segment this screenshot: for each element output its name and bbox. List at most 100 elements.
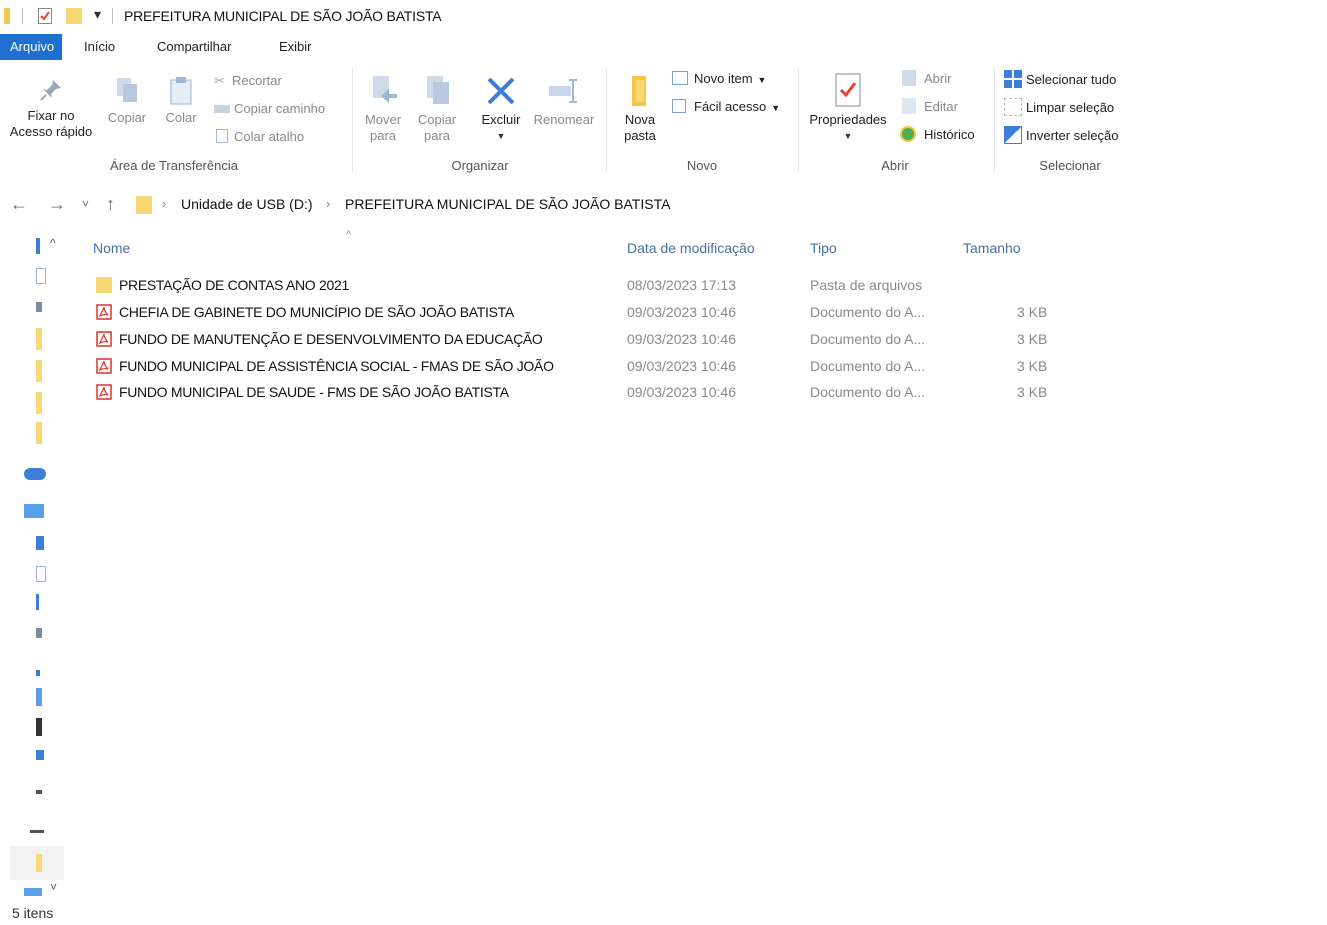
- network-icon[interactable]: [24, 888, 42, 896]
- breadcrumb-current-folder[interactable]: PREFEITURA MUNICIPAL DE SÃO JOÃO BATISTA: [345, 196, 670, 212]
- move-to-icon: [373, 76, 397, 103]
- file-size: 3 KB: [1017, 384, 1048, 400]
- music-icon[interactable]: [36, 670, 40, 676]
- scissors-icon: ✂: [214, 73, 225, 88]
- folder-icon[interactable]: [36, 422, 42, 444]
- clear-selection-label: Limpar seleção: [1026, 100, 1115, 115]
- paste-shortcut-button[interactable]: Colar atalho: [214, 128, 304, 146]
- new-folder-button[interactable]: Nova pasta: [614, 74, 666, 144]
- clear-selection-button[interactable]: Limpar seleção: [1004, 98, 1114, 116]
- folder-icon[interactable]: [36, 536, 44, 550]
- file-row[interactable]: FUNDO MUNICIPAL DE SAUDE - FMS DE SÃO JO…: [92, 380, 1092, 406]
- breadcrumb-usb-drive[interactable]: Unidade de USB (D:): [181, 196, 313, 212]
- copy-label: Copiar: [107, 110, 147, 125]
- tab-arquivo[interactable]: Arquivo: [0, 34, 62, 60]
- navigation-pane[interactable]: ^ ˅: [0, 228, 64, 908]
- group-label-new: Novo: [686, 158, 718, 173]
- this-pc-icon[interactable]: [24, 504, 44, 518]
- file-row[interactable]: CHEFIA DE GABINETE DO MUNICÍPIO DE SÃO J…: [92, 300, 1092, 326]
- document-icon[interactable]: [36, 268, 46, 284]
- open-button[interactable]: Abrir: [902, 70, 951, 88]
- tab-inicio[interactable]: Início: [74, 34, 125, 60]
- rename-icon: [549, 79, 577, 103]
- copy-button[interactable]: Copiar: [104, 76, 150, 126]
- properties-button[interactable]: Propriedades ▼: [802, 72, 894, 144]
- forward-arrow-icon[interactable]: →: [48, 194, 66, 215]
- scroll-up-icon[interactable]: ^: [50, 236, 56, 250]
- drive-icon[interactable]: [36, 750, 44, 760]
- column-header-date[interactable]: Data de modificação: [627, 240, 755, 256]
- easy-access-button[interactable]: Fácil acesso ▼: [672, 98, 780, 116]
- edit-button[interactable]: Editar: [902, 98, 958, 116]
- folder-icon[interactable]: [36, 854, 42, 872]
- address-bar: ← → ˅ ↑ › Unidade de USB (D:) › PREFEITU…: [0, 190, 1327, 220]
- images-icon[interactable]: [36, 688, 42, 706]
- file-type: Pasta de arquivos: [810, 277, 923, 293]
- group-label-clipboard: Área de Transferência: [110, 158, 238, 173]
- invert-selection-label: Inverter seleção: [1026, 128, 1119, 143]
- tab-exibir[interactable]: Exibir: [269, 34, 322, 60]
- history-icon: [900, 126, 916, 142]
- move-to-button[interactable]: Mover para: [360, 74, 406, 144]
- delete-button[interactable]: Excluir ▼: [476, 74, 526, 144]
- scroll-down-icon[interactable]: ˅: [50, 880, 57, 894]
- select-all-label: Selecionar tudo: [1026, 72, 1117, 87]
- column-header-name[interactable]: Nome: [93, 240, 130, 256]
- usb-drive-icon[interactable]: [30, 830, 44, 833]
- tab-compartilhar[interactable]: Compartilhar: [147, 34, 241, 60]
- folder-icon[interactable]: [36, 360, 42, 382]
- move-to-label-1: Mover: [364, 112, 402, 127]
- column-header-type[interactable]: Tipo: [810, 240, 837, 256]
- invert-selection-button[interactable]: Inverter seleção: [1004, 126, 1119, 144]
- document-icon[interactable]: [36, 302, 42, 312]
- cut-button[interactable]: ✂ Recortar: [214, 72, 282, 90]
- quick-access-icon[interactable]: [36, 238, 40, 254]
- edit-label: Editar: [924, 99, 958, 114]
- copy-to-button[interactable]: Copiar para: [412, 74, 462, 144]
- paste-shortcut-icon: [216, 129, 228, 143]
- video-icon[interactable]: [36, 718, 42, 736]
- document-icon[interactable]: [36, 566, 46, 582]
- file-size: 3 KB: [1017, 358, 1048, 374]
- cut-label: Recortar: [232, 73, 282, 88]
- recent-locations-icon[interactable]: ˅: [82, 197, 89, 211]
- pdf-icon: [96, 331, 112, 347]
- properties-quick-icon[interactable]: [38, 8, 52, 24]
- folder-icon[interactable]: [36, 392, 42, 414]
- rename-button[interactable]: Renomear: [530, 74, 598, 128]
- copy-path-button[interactable]: Copiar caminho: [214, 100, 325, 118]
- file-date: 09/03/2023 10:46: [627, 331, 736, 347]
- file-date: 09/03/2023 10:46: [627, 384, 736, 400]
- document-icon[interactable]: [36, 628, 42, 638]
- back-arrow-icon[interactable]: ←: [10, 194, 28, 215]
- new-folder-label-1: Nova: [624, 112, 656, 127]
- easy-access-label: Fácil acesso: [694, 99, 767, 114]
- onedrive-icon[interactable]: [24, 468, 46, 480]
- file-date: 09/03/2023 10:46: [627, 358, 736, 374]
- new-item-button[interactable]: Novo item ▼: [672, 70, 766, 88]
- copy-to-label-2: para: [423, 128, 451, 143]
- file-row[interactable]: FUNDO DE MANUTENÇÃO E DESENVOLVIMENTO DA…: [92, 327, 1092, 353]
- separator: [112, 8, 113, 24]
- new-folder-label-2: pasta: [624, 128, 656, 143]
- ribbon-tabs: Arquivo Início Compartilhar Exibir: [0, 34, 1327, 60]
- easy-access-icon: [672, 99, 686, 113]
- folder-icon[interactable]: [36, 328, 42, 350]
- select-all-button[interactable]: Selecionar tudo: [1004, 70, 1116, 88]
- drive-icon[interactable]: [36, 790, 42, 794]
- rename-label: Renomear: [533, 112, 595, 127]
- title-bar: ▾ PREFEITURA MUNICIPAL DE SÃO JOÃO BATIS…: [0, 0, 1327, 32]
- file-row[interactable]: FUNDO MUNICIPAL DE ASSISTÊNCIA SOCIAL - …: [92, 354, 1092, 380]
- up-arrow-icon[interactable]: ↑: [106, 194, 115, 215]
- history-button[interactable]: Histórico: [900, 126, 975, 144]
- column-header-size[interactable]: Tamanho: [963, 240, 1021, 256]
- status-item-count: 5 itens: [12, 905, 54, 921]
- pin-quick-access-button[interactable]: Fixar no Acesso rápido: [4, 76, 98, 140]
- paste-button[interactable]: Colar: [158, 76, 204, 126]
- new-folder-quick-icon[interactable]: [66, 8, 82, 24]
- file-row[interactable]: PRESTAÇÃO DE CONTAS ANO 2021 08/03/2023 …: [92, 273, 1092, 299]
- customize-quick-access-icon[interactable]: ▾: [94, 6, 101, 22]
- edit-icon: [902, 98, 916, 114]
- download-icon[interactable]: [36, 594, 39, 610]
- file-name: PRESTAÇÃO DE CONTAS ANO 2021: [119, 277, 349, 293]
